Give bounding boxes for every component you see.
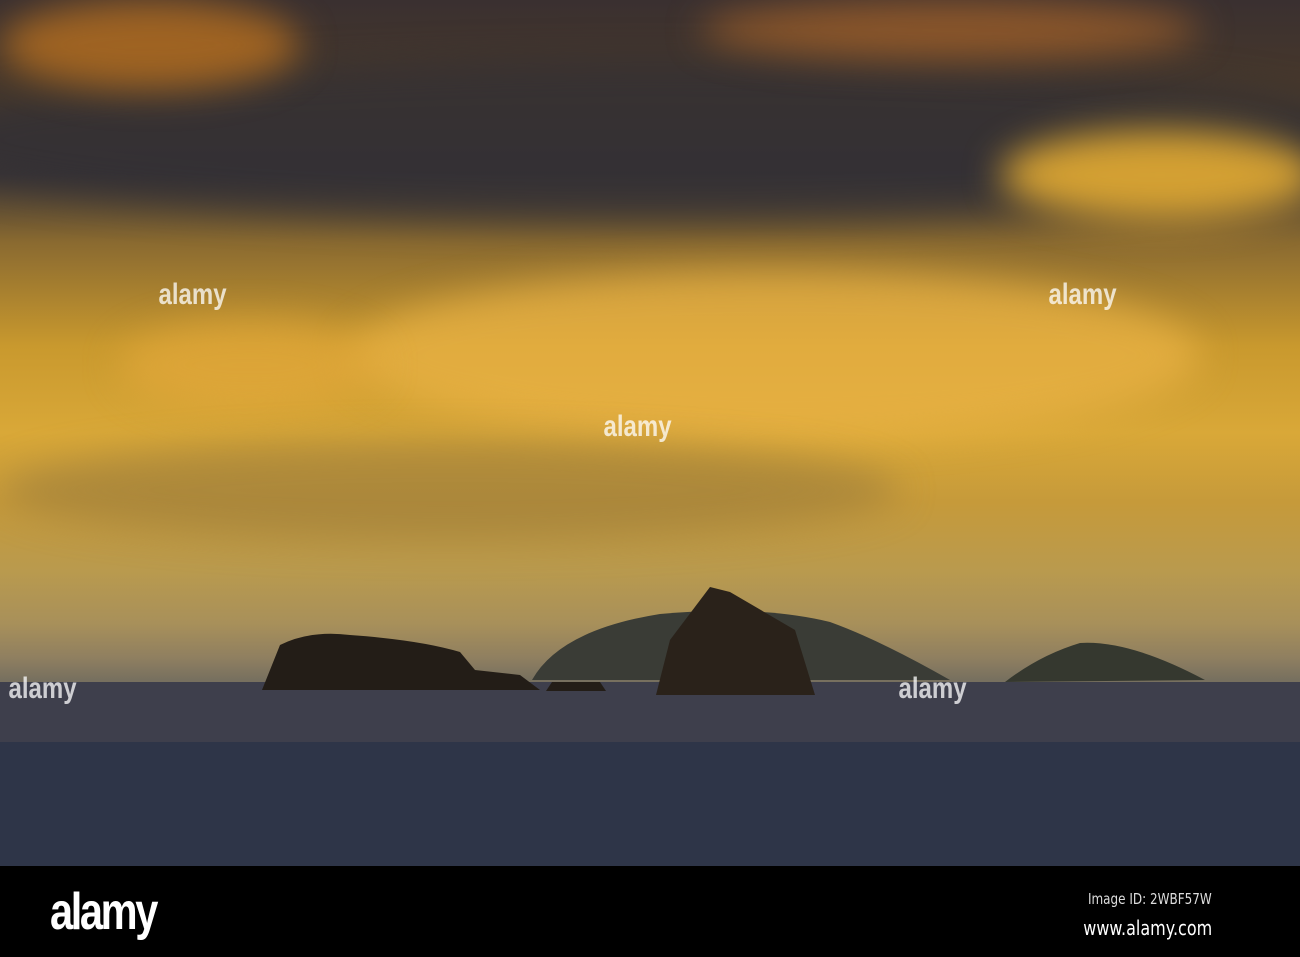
rock-left — [262, 633, 540, 690]
image-id: Image ID: 2WBF57W — [1088, 890, 1212, 908]
watermark-text: alamy — [603, 410, 672, 443]
distant-island-right — [1005, 642, 1205, 682]
sunset-seascape-photo: alamy alamy alamy alamy alamy — [0, 0, 1300, 866]
watermark-text: alamy — [158, 278, 227, 311]
alamy-logo: alamy — [50, 883, 158, 941]
watermark-footer: alamy Image ID: 2WBF57W www.alamy.com — [0, 866, 1300, 957]
watermark-text: alamy — [8, 672, 77, 705]
watermark-text: alamy — [1048, 278, 1117, 311]
watermark-text: alamy — [898, 672, 967, 705]
small-rock — [546, 682, 606, 691]
sea-glint — [0, 682, 1300, 742]
sea-stack — [656, 587, 815, 695]
stock-photo-page: alamy alamy alamy alamy alamy alamy Imag… — [0, 0, 1300, 957]
website-link[interactable]: www.alamy.com — [1083, 916, 1212, 940]
